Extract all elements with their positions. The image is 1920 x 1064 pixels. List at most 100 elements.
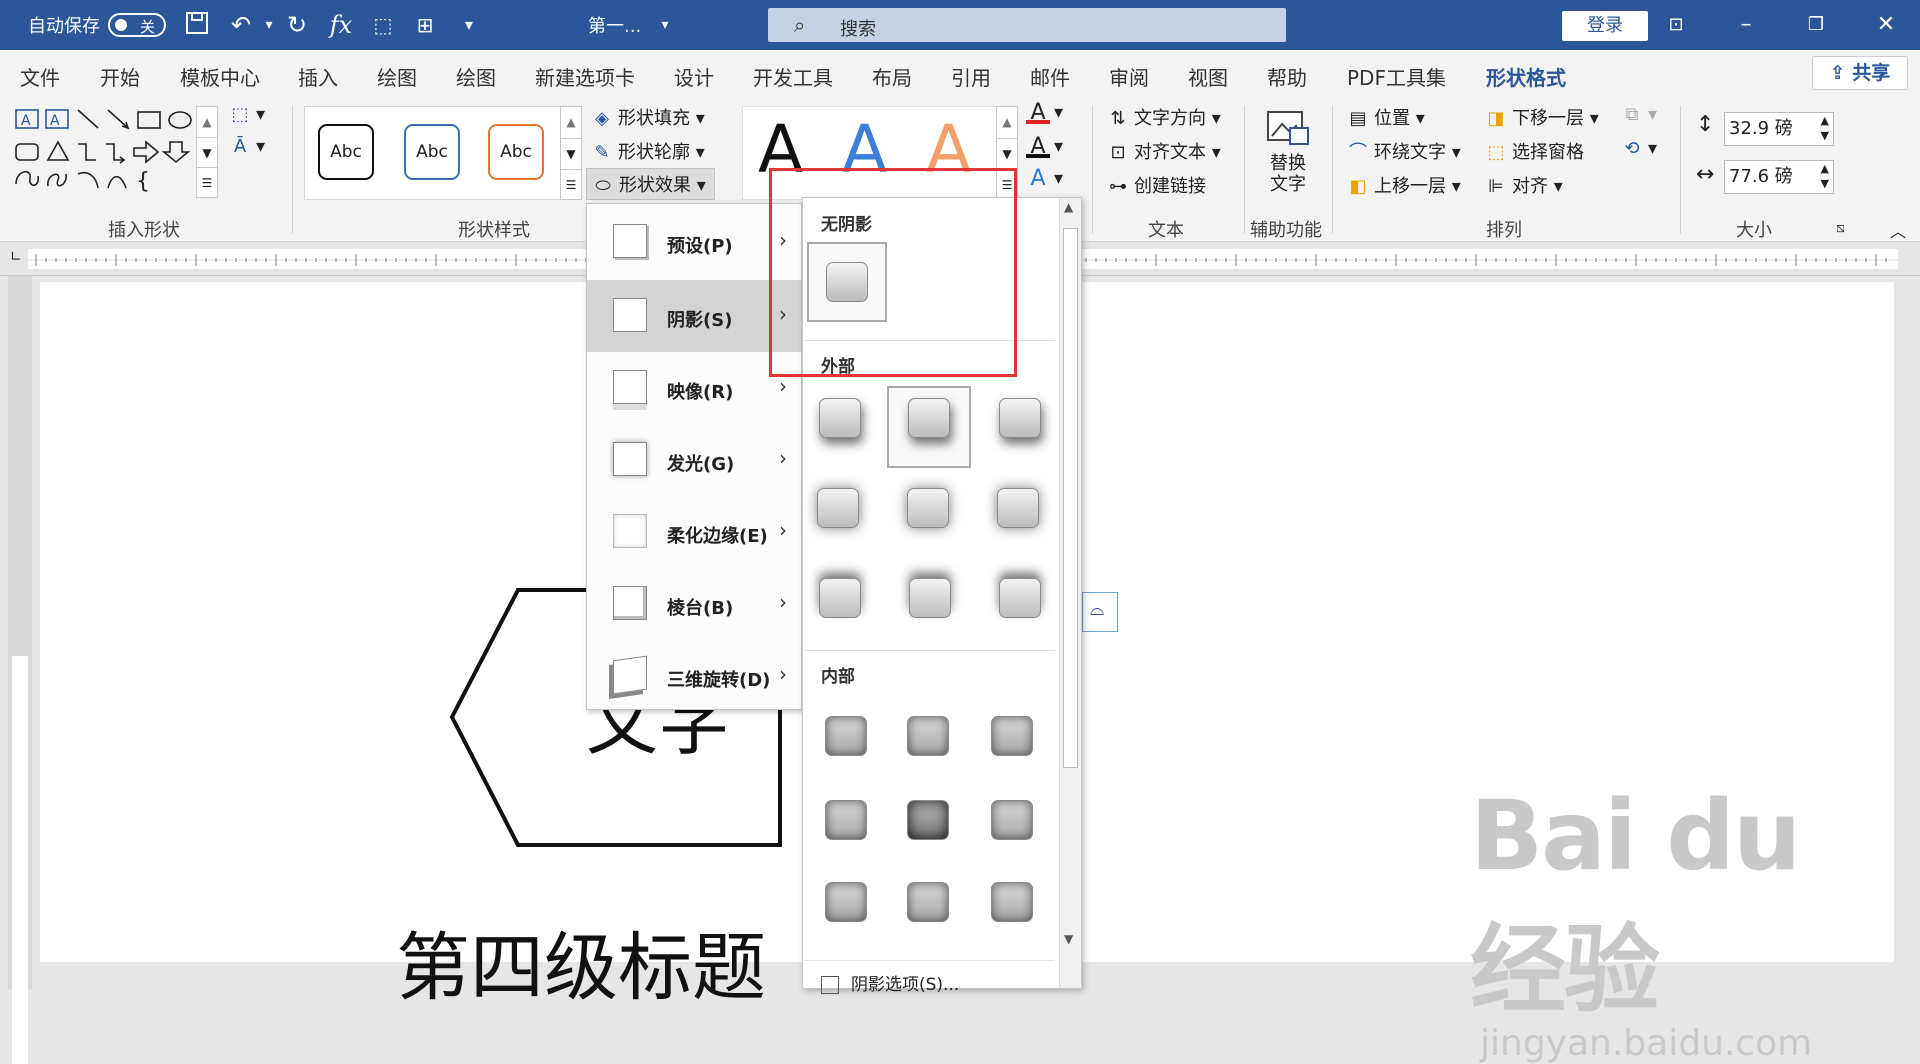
size-dialog-launcher-icon[interactable]: ⧅ [1836,220,1845,236]
scroll-up-icon[interactable]: ▲ [1064,200,1073,214]
width-input[interactable]: 77.6 磅 ▲ ▼ [1724,160,1834,194]
tab-references[interactable]: 引用 [951,62,991,91]
select-objects-icon[interactable]: ⬚ [368,10,398,40]
tab-draw-2[interactable]: 绘图 [456,62,496,91]
restore-icon[interactable]: ❐ [1796,9,1836,41]
undo-icon[interactable]: ↶ [226,10,256,40]
shadow-outer-offset-top-right[interactable] [819,578,861,618]
align-text-button[interactable]: ⊡ 对齐文本 ▾ [1106,138,1220,164]
shadow-inner-top-left[interactable] [825,716,867,756]
title-dropdown-icon[interactable]: ▾ [650,10,680,40]
text-effects-button[interactable]: A ▾ [1026,168,1063,190]
tab-home[interactable]: 开始 [100,62,140,91]
shape-styles-scroll[interactable]: ▲ ▼ ☰ [560,106,582,200]
search-box[interactable]: ⌕ 搜索 [768,8,1286,42]
shape-style-black[interactable]: Abc [318,124,374,180]
tab-view[interactable]: 视图 [1188,62,1228,91]
bring-forward-button[interactable]: ◧ 上移一层 ▾ [1346,172,1460,198]
shadow-inner-bottom-left[interactable] [825,882,867,922]
menu-item-glow[interactable]: 发光(G) › [587,424,801,496]
expand-gallery-icon[interactable]: ☰ [197,167,217,197]
tab-review[interactable]: 审阅 [1109,62,1149,91]
tab-selector-icon[interactable]: ∟ [10,249,22,265]
tab-design[interactable]: 设计 [674,62,714,91]
selection-pane-button[interactable]: ⬚ 选择窗格 [1484,138,1584,164]
shadow-inner-center[interactable] [907,800,949,840]
collapse-ribbon-icon[interactable]: ︿ [1890,218,1906,242]
position-button[interactable]: ▤ 位置 ▾ [1346,104,1424,130]
scroll-down-icon[interactable]: ▼ [197,137,217,167]
shadow-outer-offset-bottom-selected[interactable] [887,386,971,468]
send-backward-button[interactable]: ◨ 下移一层 ▾ [1484,104,1598,130]
tab-layout[interactable]: 布局 [872,62,912,91]
login-button[interactable]: 登录 [1562,11,1648,41]
shadow-outer-offset-center[interactable] [907,488,949,528]
shape-effects-button[interactable]: ⬭ 形状效果 ▾ [586,168,715,200]
shadow-inner-top[interactable] [907,716,949,756]
ribbon-display-icon[interactable]: ⊡ [1656,9,1696,41]
heading-text[interactable]: 第四级标题 [396,908,766,1015]
scroll-up-icon[interactable]: ▲ [997,107,1017,138]
height-spinner-icon[interactable]: ▲ ▼ [1821,113,1829,143]
tab-mailings[interactable]: 邮件 [1030,62,1070,91]
scroll-down-icon[interactable]: ▼ [997,138,1017,169]
minimize-icon[interactable]: – [1726,9,1766,41]
tab-help[interactable]: 帮助 [1267,62,1307,91]
alt-text-button[interactable]: 替换 文字 [1262,108,1314,208]
expand-gallery-icon[interactable]: ☰ [561,169,581,199]
tab-file[interactable]: 文件 [20,62,60,91]
shadow-outer-offset-top-left[interactable] [999,578,1041,618]
shape-outline-button[interactable]: ✎ 形状轮廓 ▾ [590,138,704,164]
close-icon[interactable]: ✕ [1866,9,1906,41]
shapes-gallery[interactable]: A A { [12,104,202,194]
shapes-gallery-scroll[interactable]: ▲ ▼ ☰ [196,106,218,198]
menu-item-bevel[interactable]: 棱台(B) › [587,568,801,640]
scroll-up-icon[interactable]: ▲ [561,107,581,138]
scroll-up-icon[interactable]: ▲ [197,107,217,137]
width-spinner-icon[interactable]: ▲ ▼ [1821,161,1829,191]
shadow-outer-offset-left[interactable] [997,488,1039,528]
shadow-outer-offset-bottom-left[interactable] [999,398,1041,438]
shadow-inner-bottom-right[interactable] [991,882,1033,922]
shadow-inner-right[interactable] [991,800,1033,840]
formula-icon[interactable]: fx [326,10,356,40]
scroll-down-icon[interactable]: ▼ [561,138,581,169]
share-button[interactable]: ⇪ 共享 [1812,56,1908,90]
text-box-button[interactable]: Ā ▾ [228,136,265,158]
autosave-toggle[interactable]: 关 [108,13,166,37]
tab-insert[interactable]: 插入 [298,62,338,91]
menu-item-3d-rotation[interactable]: 三维旋转(D) › [587,640,801,712]
shadow-outer-offset-right[interactable] [817,488,859,528]
shape-style-orange[interactable]: Abc [488,124,544,180]
undo-dropdown-icon[interactable]: ▾ [254,10,284,40]
shape-style-blue[interactable]: Abc [404,124,460,180]
text-outline-button[interactable]: A ▾ [1026,136,1063,158]
wrap-text-button[interactable]: ⌒ 环绕文字 ▾ [1346,138,1461,164]
org-chart-icon[interactable]: ⊞ [410,10,440,40]
shadow-options-item[interactable]: 阴影选项(S)... [821,970,959,995]
scrollbar-thumb[interactable] [1063,228,1078,768]
height-input[interactable]: 32.9 磅 ▲ ▼ [1724,112,1834,146]
tab-pdf-tools[interactable]: PDF工具集 [1347,62,1446,91]
scroll-down-icon[interactable]: ▼ [1064,932,1073,946]
vertical-ruler[interactable] [8,276,32,1064]
document-title[interactable]: 第一... [588,12,641,38]
layout-options-icon[interactable]: ⌓ [1082,592,1118,632]
text-fill-button[interactable]: A ▾ [1026,102,1063,124]
shape-fill-button[interactable]: ◈ 形状填充 ▾ [590,104,705,130]
shadow-outer-offset-top[interactable] [909,578,951,618]
edit-shape-button[interactable]: ⬚ ▾ [228,104,265,126]
text-direction-button[interactable]: ⇅ 文字方向 ▾ [1106,104,1220,130]
tab-template-center[interactable]: 模板中心 [180,62,260,91]
save-icon[interactable] [182,10,212,40]
tab-draw-1[interactable]: 绘图 [377,62,417,91]
create-link-button[interactable]: ⊶ 创建链接 [1106,172,1206,198]
shadow-inner-top-right[interactable] [991,716,1033,756]
rotate-button[interactable]: ⟲ ▾ [1620,138,1657,160]
redo-icon[interactable]: ↻ [282,10,312,40]
gallery-scrollbar[interactable]: ▲ ▼ [1059,198,1081,988]
customize-toolbar-icon[interactable]: ▾ [454,10,484,40]
tab-shape-format[interactable]: 形状格式 [1486,62,1566,99]
shadow-inner-bottom[interactable] [907,882,949,922]
align-button[interactable]: ⊫ 对齐 ▾ [1484,172,1563,198]
